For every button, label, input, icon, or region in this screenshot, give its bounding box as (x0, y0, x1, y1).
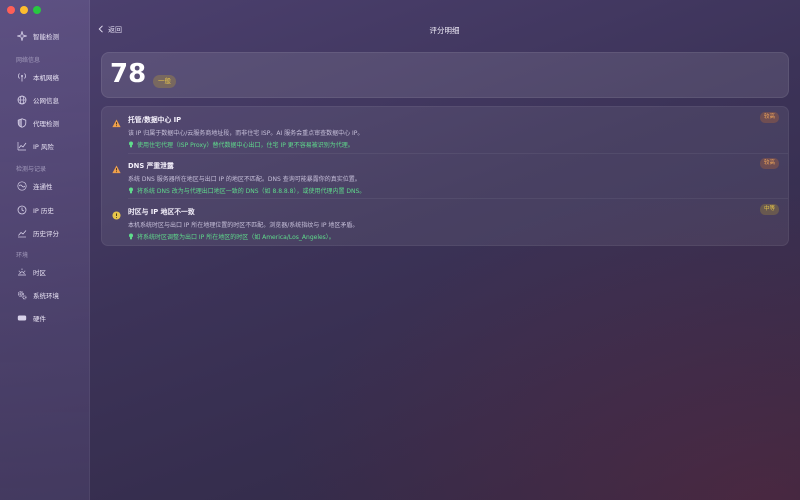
issue-item: DNS 严重泄露 较高 系统 DNS 服务器所在地区与出口 IP 的地区不匹配。… (102, 153, 788, 198)
section-label-environment: 环境 (16, 252, 29, 259)
close-window-button[interactable] (7, 6, 15, 14)
sidebar-item-label: 时区 (33, 268, 46, 277)
sidebar-item-system-env[interactable]: 系统环境 (16, 289, 59, 300)
severity-badge: 较高 (759, 158, 779, 169)
lightbulb-icon (128, 187, 134, 194)
gears-icon (16, 289, 27, 300)
globe-icon (16, 94, 27, 105)
minimize-window-button[interactable] (20, 6, 28, 14)
score-level-badge: 一般 (153, 75, 176, 88)
sidebar-item-label: 历史评分 (33, 229, 59, 238)
issue-suggestion: 使用住宅代理（ISP Proxy）替代数据中心出口，住宅 IP 更不容易被识别为… (128, 140, 354, 149)
warning-triangle-icon (112, 113, 121, 128)
shield-icon (16, 117, 27, 128)
sidebar-item-label: 本机网络 (33, 73, 59, 82)
issue-suggestion: 将系统 DNS 改为与代理出口地区一致的 DNS（如 8.8.8.8），或使用代… (128, 186, 365, 195)
sidebar-item-label: 连通性 (33, 182, 53, 191)
severity-badge: 较高 (759, 112, 779, 123)
suggestion-text: 将系统 DNS 改为与代理出口地区一致的 DNS（如 8.8.8.8），或使用代… (137, 188, 366, 195)
sidebar-item-label: 公网信息 (33, 96, 59, 105)
sidebar-item-label: 智能检测 (33, 32, 59, 41)
suggestion-text: 使用住宅代理（ISP Proxy）替代数据中心出口，住宅 IP 更不容易被识别为… (137, 142, 354, 149)
issues-list: 托管/数据中心 IP 较高 该 IP 归属于数据中心/云服务商地址段，而非住宅 … (101, 106, 789, 246)
sidebar-item-history-score[interactable]: 历史评分 (16, 227, 59, 238)
issue-title: 托管/数据中心 IP (128, 116, 182, 124)
sidebar-item-label: IP 风险 (33, 142, 54, 151)
trend-icon (16, 227, 27, 238)
issue-description: 本机系统时区与出口 IP 所在地理位置的时区不匹配。浏览器/系统指纹与 IP 地… (128, 222, 359, 229)
app-window: 智能检测 网络信息 本机网络 公网信息 代理检测 IP 风险 检测与记录 连通性… (0, 0, 800, 500)
sidebar-item-hardware[interactable]: 硬件 (16, 312, 46, 323)
sparkle-icon (16, 30, 27, 41)
page-title: 评分明细 (429, 26, 460, 35)
info-circle-icon (112, 205, 121, 220)
sidebar-item-ip-history[interactable]: IP 历史 (16, 204, 54, 215)
zoom-window-button[interactable] (33, 6, 41, 14)
sidebar-item-ip-risk[interactable]: IP 风险 (16, 140, 54, 151)
score-value: 78 (110, 59, 147, 89)
toolbar: 返回 评分明细 (89, 0, 800, 60)
issue-description: 系统 DNS 服务器所在地区与出口 IP 的地区不匹配。DNS 查询可能暴露你的… (128, 176, 361, 183)
sidebar-item-label: IP 历史 (33, 206, 54, 215)
section-label-network: 网络信息 (16, 57, 41, 64)
issue-suggestion: 将系统时区调整为出口 IP 所在地区的时区（如 America/Los_Ange… (128, 232, 335, 241)
window-controls (7, 6, 41, 14)
warning-triangle-icon (112, 159, 121, 174)
lightbulb-icon (128, 141, 134, 148)
sidebar-item-connectivity[interactable]: 连通性 (16, 180, 53, 191)
issue-title: 时区与 IP 地区不一致 (128, 208, 195, 216)
sidebar-item-label: 代理检测 (33, 119, 59, 128)
lightbulb-icon (128, 233, 134, 240)
sidebar: 智能检测 网络信息 本机网络 公网信息 代理检测 IP 风险 检测与记录 连通性… (0, 0, 90, 500)
wave-icon (16, 180, 27, 191)
sidebar-item-public-info[interactable]: 公网信息 (16, 94, 59, 105)
suggestion-text: 将系统时区调整为出口 IP 所在地区的时区（如 America/Los_Ange… (137, 234, 335, 241)
sidebar-item-proxy-check[interactable]: 代理检测 (16, 117, 59, 128)
issue-item: 时区与 IP 地区不一致 中等 本机系统时区与出口 IP 所在地理位置的时区不匹… (102, 199, 788, 245)
sidebar-item-label: 硬件 (33, 314, 46, 323)
clock-icon (16, 204, 27, 215)
severity-badge: 中等 (759, 204, 779, 215)
sidebar-item-timezone[interactable]: 时区 (16, 266, 46, 277)
antenna-icon (16, 71, 27, 82)
hardware-icon (16, 312, 27, 323)
chart-line-icon (16, 140, 27, 151)
score-card: 78 一般 (101, 52, 789, 98)
sidebar-item-smart-check[interactable]: 智能检测 (16, 30, 59, 41)
section-label-detect-records: 检测与记录 (16, 166, 47, 173)
sunrise-icon (16, 266, 27, 277)
issue-title: DNS 严重泄露 (128, 162, 174, 170)
issue-item: 托管/数据中心 IP 较高 该 IP 归属于数据中心/云服务商地址段，而非住宅 … (102, 107, 788, 153)
sidebar-item-label: 系统环境 (33, 291, 59, 300)
issue-description: 该 IP 归属于数据中心/云服务商地址段，而非住宅 ISP。AI 服务会重点审查… (128, 130, 364, 137)
sidebar-item-local-network[interactable]: 本机网络 (16, 71, 59, 82)
